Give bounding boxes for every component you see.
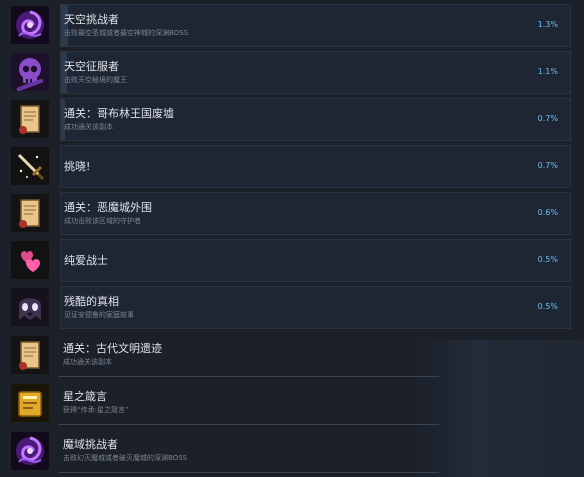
achievement-row[interactable]: 纯爱战士 0.5% xyxy=(8,239,571,282)
achievement-title: 通关：古代文明遗迹 xyxy=(63,342,162,355)
scroll-icon xyxy=(11,336,49,374)
achievement-row[interactable]: 挑晓! 0.7% xyxy=(8,145,571,188)
achievement-title: 魔域挑战者 xyxy=(63,438,118,451)
achievement-percent: 0.5% xyxy=(537,302,558,311)
achievement-description: 见证安德鲁的家庭故事 xyxy=(64,311,134,319)
achievement-panel: 挑晓! 0.7% xyxy=(60,145,571,188)
golden-book-icon xyxy=(11,384,49,422)
achievement-panel: 通关：哥布林王国废墟 成功通关该副本 0.7% xyxy=(60,98,571,141)
purple-vortex-icon xyxy=(11,432,49,470)
achievement-percent: 0.6% xyxy=(537,208,558,217)
achievement-title: 纯爱战士 xyxy=(64,254,108,267)
scroll-icon xyxy=(11,100,49,138)
achievement-panel: 星之箴言 获得“传承:星之箴言” xyxy=(59,382,571,425)
achievement-description: 击败最空圣城或者最空神城的深渊BOSS xyxy=(64,29,189,37)
achievement-panel: 通关：恶魔城外围 成功击败该区域的守护者 0.6% xyxy=(60,192,571,235)
achievement-row[interactable]: 残酷的真相 见证安德鲁的家庭故事 0.5% xyxy=(8,286,571,329)
hearts-icon xyxy=(11,241,49,279)
ghost-icon xyxy=(11,288,49,326)
purple-vortex-icon xyxy=(11,6,49,44)
achievement-title: 挑晓! xyxy=(64,160,91,173)
achievement-percent: 0.7% xyxy=(537,161,558,170)
achievement-list: 天空挑战者 击败最空圣城或者最空神城的深渊BOSS 1.3% 天空征服者 击败天… xyxy=(0,0,584,477)
achievement-description: 成功通关该副本 xyxy=(64,123,113,131)
achievement-percent: 1.1% xyxy=(537,67,558,76)
achievement-description: 击败幻灭魔城或者破灭魔城的深渊BOSS xyxy=(63,454,188,462)
achievement-row[interactable]: 通关：哥布林王国废墟 成功通关该副本 0.7% xyxy=(8,98,571,141)
achievement-panel: 天空挑战者 击败最空圣城或者最空神城的深渊BOSS 1.3% xyxy=(60,4,571,47)
achievement-row[interactable]: 通关：古代文明遗迹 成功通关该副本 xyxy=(8,334,571,377)
achievement-percent: 1.3% xyxy=(537,20,558,29)
sword-icon xyxy=(11,147,49,185)
achievement-row[interactable]: 通关：恶魔城外围 成功击败该区域的守护者 0.6% xyxy=(8,192,571,235)
achievement-panel: 残酷的真相 见证安德鲁的家庭故事 0.5% xyxy=(60,286,571,329)
achievement-row[interactable]: 天空征服者 击败天空秘境的魔王 1.1% xyxy=(8,51,571,94)
skull-icon xyxy=(11,53,49,91)
achievement-row[interactable]: 星之箴言 获得“传承:星之箴言” xyxy=(8,382,571,425)
achievement-row[interactable]: 天空挑战者 击败最空圣城或者最空神城的深渊BOSS 1.3% xyxy=(8,4,571,47)
achievement-panel: 纯爱战士 0.5% xyxy=(60,239,571,282)
achievement-panel: 通关：古代文明遗迹 成功通关该副本 xyxy=(59,334,571,377)
achievement-title: 通关：哥布林王国废墟 xyxy=(64,107,174,120)
achievement-description: 成功通关该副本 xyxy=(63,358,112,366)
achievement-percent: 0.7% xyxy=(537,114,558,123)
achievement-title: 天空挑战者 xyxy=(64,13,119,26)
achievement-description: 击败天空秘境的魔王 xyxy=(64,76,127,84)
achievement-description: 获得“传承:星之箴言” xyxy=(63,406,129,414)
achievement-percent: 0.5% xyxy=(537,255,558,264)
achievement-title: 残酷的真相 xyxy=(64,295,119,308)
achievement-title: 天空征服者 xyxy=(64,60,119,73)
achievement-row[interactable]: 魔域挑战者 击败幻灭魔城或者破灭魔城的深渊BOSS xyxy=(8,430,571,473)
achievement-title: 星之箴言 xyxy=(63,390,107,403)
achievement-panel: 魔域挑战者 击败幻灭魔城或者破灭魔城的深渊BOSS xyxy=(59,430,571,473)
achievement-description: 成功击败该区域的守护者 xyxy=(64,217,141,225)
achievement-panel: 天空征服者 击败天空秘境的魔王 1.1% xyxy=(60,51,571,94)
scroll-icon xyxy=(11,194,49,232)
achievement-title: 通关：恶魔城外围 xyxy=(64,201,152,214)
